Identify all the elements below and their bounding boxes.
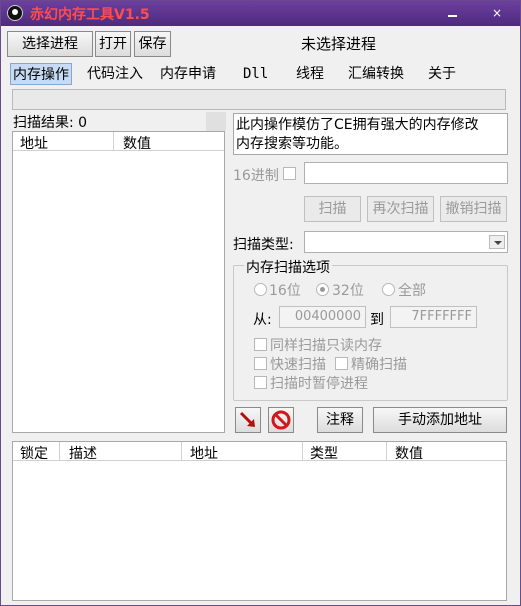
scan-results-list[interactable]: 地址 数值 xyxy=(12,131,225,433)
scan-options-title: 内存扫描选项 xyxy=(244,257,332,277)
readonly-scan-checkbox[interactable] xyxy=(254,338,267,351)
fast-scan-checkbox[interactable] xyxy=(254,357,267,370)
tab-memory-ops[interactable]: 内存操作 xyxy=(10,63,72,85)
comment-button[interactable]: 注释 xyxy=(317,407,363,433)
precise-scan-checkbox[interactable] xyxy=(335,357,348,370)
scan-value-input[interactable] xyxy=(304,162,508,184)
minimize-icon[interactable] xyxy=(444,5,462,21)
undo-scan-button[interactable]: 撤销扫描 xyxy=(440,196,507,222)
from-label: 从: xyxy=(253,312,272,328)
tab-memory-alloc[interactable]: 内存申请 xyxy=(160,63,216,85)
main-window: 赤幻内存工具V1.5 × 选择进程 打开 保存 未选择进程 内存操作 代码注入 … xyxy=(0,0,521,606)
column-value[interactable]: 数值 xyxy=(395,443,423,463)
label-32bit: 32位 xyxy=(332,283,364,299)
readonly-scan-label: 同样扫描只读内存 xyxy=(270,338,382,354)
address-list[interactable]: 锁定 描述 地址 类型 数值 xyxy=(12,441,507,601)
info-bar xyxy=(12,89,506,110)
hex-label: 16进制 xyxy=(233,168,279,184)
radio-32bit[interactable] xyxy=(316,283,329,296)
column-address[interactable]: 地址 xyxy=(20,133,48,153)
tab-about[interactable]: 关于 xyxy=(428,63,456,85)
label-16bit: 16位 xyxy=(269,283,301,299)
add-address-button[interactable]: 手动添加地址 xyxy=(373,407,507,433)
column-type[interactable]: 类型 xyxy=(310,443,338,463)
save-button[interactable]: 保存 xyxy=(134,31,171,57)
address-list-header: 锁定 描述 地址 类型 数值 xyxy=(13,442,506,463)
header-filler xyxy=(206,112,226,131)
scan-results-label: 扫描结果: 0 xyxy=(13,115,88,131)
chevron-down-icon[interactable] xyxy=(489,235,505,249)
tab-threads[interactable]: 线程 xyxy=(296,63,324,85)
open-button[interactable]: 打开 xyxy=(95,31,131,57)
app-logo-icon xyxy=(7,5,23,21)
label-all: 全部 xyxy=(398,283,426,299)
info-text-box: 此内操作模仿了CE拥有强大的内存修改 内存搜索等功能。 xyxy=(233,113,508,155)
scan-results-count: 0 xyxy=(78,115,88,131)
rescan-button[interactable]: 再次扫描 xyxy=(367,196,434,222)
fast-scan-label: 快速扫描 xyxy=(270,357,326,373)
tab-asm-convert[interactable]: 汇编转换 xyxy=(348,63,404,85)
scan-type-label: 扫描类型: xyxy=(233,237,294,253)
column-description[interactable]: 描述 xyxy=(69,443,97,463)
hex-checkbox[interactable] xyxy=(283,167,296,180)
from-address-input[interactable]: 00400000 xyxy=(279,306,366,328)
pause-scan-label: 扫描时暂停进程 xyxy=(270,376,368,392)
pause-scan-checkbox[interactable] xyxy=(254,376,267,389)
scan-list-header: 地址 数值 xyxy=(13,132,224,153)
process-status: 未选择进程 xyxy=(301,35,377,53)
arrow-down-right-icon[interactable] xyxy=(235,407,261,433)
column-lock[interactable]: 锁定 xyxy=(20,443,48,463)
radio-all[interactable] xyxy=(382,283,395,296)
to-address-input[interactable]: 7FFFFFFF xyxy=(390,306,477,328)
scan-type-select[interactable] xyxy=(304,231,508,253)
tab-dll[interactable]: Dll xyxy=(243,63,268,85)
clear-icon[interactable] xyxy=(268,407,294,433)
title-bar[interactable]: 赤幻内存工具V1.5 × xyxy=(1,1,520,26)
tab-code-inject[interactable]: 代码注入 xyxy=(87,63,143,85)
radio-16bit[interactable] xyxy=(254,283,267,296)
close-icon[interactable]: × xyxy=(488,5,506,21)
column-address[interactable]: 地址 xyxy=(190,443,218,463)
select-process-button[interactable]: 选择进程 xyxy=(7,31,93,57)
window-title: 赤幻内存工具V1.5 xyxy=(30,7,150,23)
scan-button[interactable]: 扫描 xyxy=(304,196,361,222)
column-value[interactable]: 数值 xyxy=(123,133,151,153)
precise-scan-label: 精确扫描 xyxy=(351,357,407,373)
to-label: 到 xyxy=(370,312,384,328)
